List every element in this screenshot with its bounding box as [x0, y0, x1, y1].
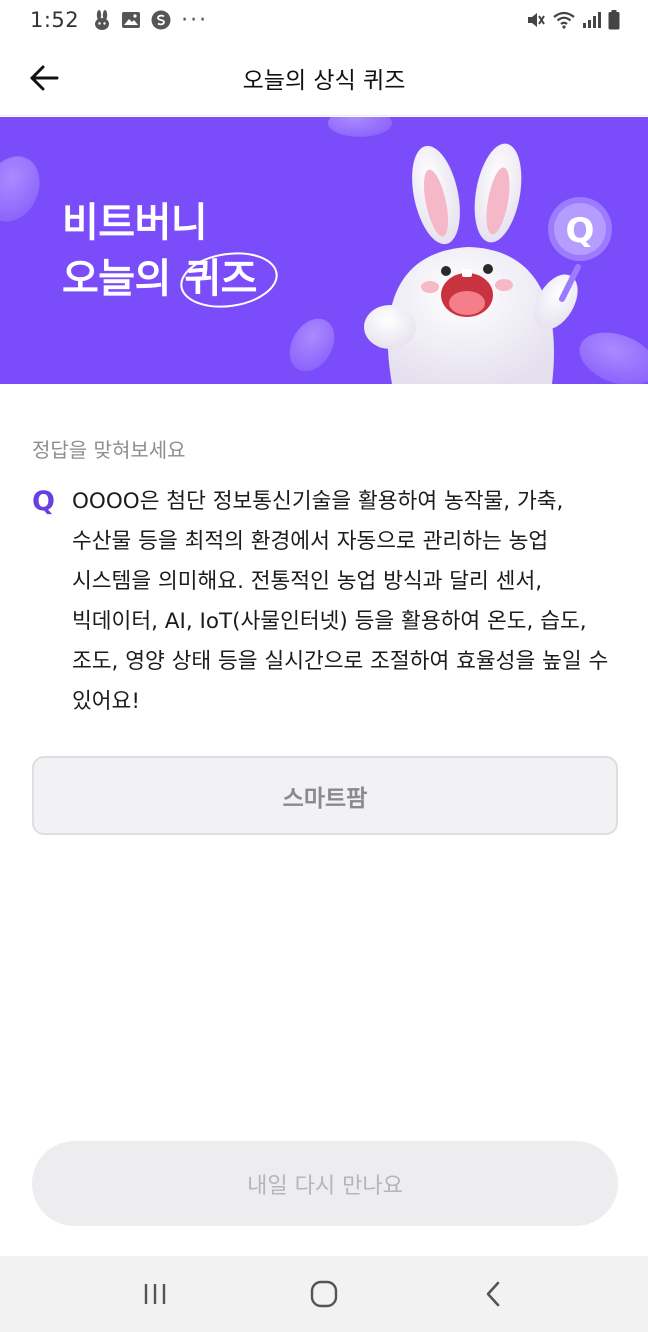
recent-apps-icon — [142, 1282, 168, 1306]
question-text: OOOO은 첨단 정보통신기술을 활용하여 농작물, 가축, 수산물 등을 최적… — [72, 489, 609, 714]
quiz-banner: Q 비트버니 오늘의 퀴즈 — [0, 117, 648, 384]
signal-icon — [582, 11, 602, 29]
battery-icon — [608, 10, 620, 30]
banner-title-line2-wrap: 오늘의 퀴즈 — [62, 251, 278, 308]
back-arrow-icon — [29, 65, 59, 91]
see-you-tomorrow-button[interactable]: 내일 다시 만나요 — [32, 1141, 618, 1226]
image-icon — [121, 11, 141, 29]
quiz-question: Q OOOO은 첨단 정보통신기술을 활용하여 농작물, 가축, 수산물 등을 … — [32, 482, 622, 722]
status-icons-left: ··· — [93, 8, 208, 33]
banner-title: 비트버니 오늘의 퀴즈 — [62, 195, 278, 308]
app-bar: 오늘의 상식 퀴즈 — [0, 40, 648, 116]
q-badge-letter: Q — [566, 211, 595, 251]
wifi-icon — [552, 11, 576, 29]
back-button[interactable] — [24, 58, 64, 98]
status-time: 1:52 — [30, 8, 80, 32]
question-mark-label: Q — [32, 486, 55, 517]
quiz-hint: 정답을 맞혀보세요 — [32, 438, 186, 462]
home-icon — [310, 1280, 338, 1308]
see-you-tomorrow-label: 내일 다시 만나요 — [247, 1173, 403, 1199]
recent-apps-button[interactable] — [125, 1264, 185, 1324]
status-bar: 1:52 ··· — [0, 0, 648, 40]
more-dots-icon: ··· — [181, 7, 209, 33]
mute-icon — [526, 11, 546, 29]
highlight-ellipse — [180, 252, 278, 308]
system-back-button[interactable] — [463, 1264, 523, 1324]
banner-title-line1: 비트버니 — [62, 200, 208, 246]
answer-box[interactable]: 스마트팜 — [32, 756, 618, 835]
answer-text: 스마트팜 — [282, 785, 368, 812]
home-button[interactable] — [294, 1264, 354, 1324]
page-title: 오늘의 상식 퀴즈 — [242, 67, 406, 94]
back-icon — [484, 1280, 502, 1308]
rabbit-icon — [93, 10, 111, 30]
status-icons-right — [526, 10, 620, 30]
currency-icon — [151, 10, 171, 30]
system-nav-bar — [0, 1256, 648, 1332]
